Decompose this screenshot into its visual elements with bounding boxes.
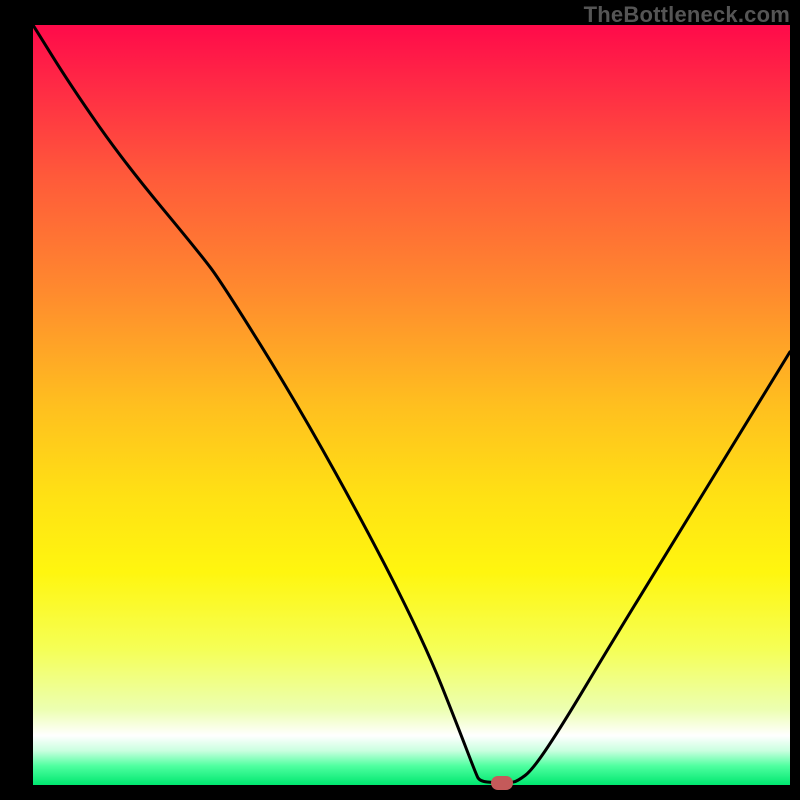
chart-frame: TheBottleneck.com [0,0,800,800]
plot-svg [33,25,790,785]
watermark-text: TheBottleneck.com [584,2,790,28]
gradient-background [33,25,790,785]
optimal-marker [491,776,513,790]
plot-area [33,25,790,785]
